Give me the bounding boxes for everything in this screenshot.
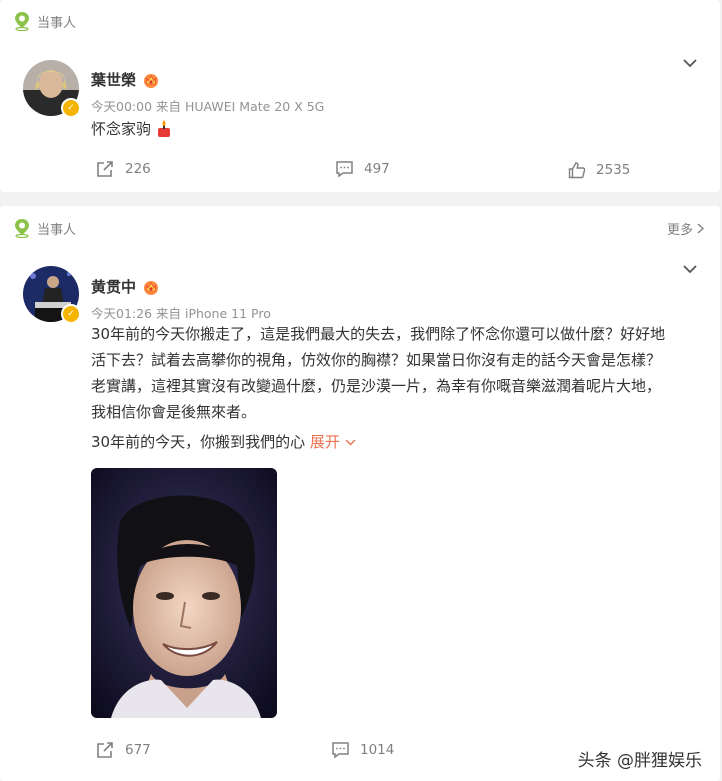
chevron-down-icon (345, 439, 356, 446)
avatar[interactable]: ✓ (23, 60, 81, 118)
like-button[interactable]: 2535 (568, 161, 630, 179)
chevron-down-icon[interactable] (682, 264, 698, 274)
post-card: 当事人 ✓ 葉世榮 今天00:00 来自 HUAWEI Mate 20 X 5G… (0, 0, 720, 192)
more-link[interactable]: 更多 (667, 219, 704, 238)
location-pin-icon (15, 12, 29, 31)
repost-button[interactable]: 677 (95, 741, 151, 759)
share-icon (97, 742, 113, 758)
comment-count: 1014 (360, 742, 395, 758)
portrait-image (91, 468, 277, 718)
expand-link[interactable]: 展开 (310, 433, 356, 451)
post-meta: 今天01:26 来自 iPhone 11 Pro (91, 306, 271, 321)
comment-icon (336, 161, 353, 178)
source-row: 当事人 (13, 218, 76, 238)
username-row: 黄贯中 (91, 276, 160, 297)
expand-label: 展开 (309, 433, 340, 451)
source-label: 当事人 (37, 222, 77, 238)
chevron-right-icon (697, 223, 704, 234)
username[interactable]: 黄贯中 (91, 276, 136, 297)
repost-button[interactable]: 226 (95, 160, 151, 178)
share-icon (97, 161, 113, 177)
post-text-line: 活下去？試着去高攀你的視角，仿效你的胸襟？如果當日你沒有走的話今天會是怎樣？ (91, 351, 662, 369)
comment-button[interactable]: 497 (335, 160, 390, 178)
comment-button[interactable]: 1014 (331, 741, 394, 759)
repost-count: 677 (125, 742, 151, 758)
comment-icon (332, 742, 349, 759)
vip-crown-icon (144, 73, 159, 88)
post-subtitle: 30年前的今天，你搬到我們的心 (91, 433, 306, 451)
comment-count: 497 (364, 161, 390, 177)
post-meta: 今天00:00 来自 HUAWEI Mate 20 X 5G (91, 99, 325, 114)
source-label: 当事人 (37, 15, 77, 31)
username-row: 葉世榮 (91, 69, 160, 90)
post-text-line: 30年前的今天你搬走了，這是我們最大的失去，我們除了怀念你還可以做什麼？好好地 (91, 325, 666, 343)
like-count: 2535 (596, 162, 631, 178)
watermark: 头条 @胖狸娱乐 (577, 751, 702, 771)
repost-count: 226 (125, 161, 151, 177)
post-text-line: 我相信你會是後無來者。 (91, 403, 257, 421)
more-label: 更多 (666, 223, 693, 238)
verified-badge-icon: ✓ (61, 304, 81, 324)
post-photo[interactable] (91, 468, 277, 718)
thumbs-up-icon (568, 162, 586, 179)
candle-emoji-icon (158, 120, 171, 137)
post-subtitle-row: 30年前的今天，你搬到我們的心 展开 (91, 429, 701, 455)
post-text-line: 老實講，這裡其實沒有改變過什麼，仍是沙漠一片，為幸有你嘅音樂滋潤着呢片大地， (91, 377, 662, 395)
vip-crown-icon (144, 280, 159, 295)
source-row: 当事人 (13, 11, 76, 31)
username[interactable]: 葉世榮 (91, 69, 136, 90)
post-text: 怀念家驹 (91, 116, 701, 142)
post-card: 当事人 更多 ✓ 黄贯中 今天01:26 来自 iPhone 11 Pro 30… (0, 206, 720, 781)
post-text-content: 怀念家驹 (91, 120, 152, 138)
verified-badge-icon: ✓ (61, 98, 81, 118)
avatar[interactable]: ✓ (23, 266, 81, 324)
chevron-down-icon[interactable] (682, 58, 698, 68)
post-text: 30年前的今天你搬走了，這是我們最大的失去，我們除了怀念你還可以做什麼？好好地 … (91, 321, 701, 455)
location-pin-icon (15, 219, 29, 238)
